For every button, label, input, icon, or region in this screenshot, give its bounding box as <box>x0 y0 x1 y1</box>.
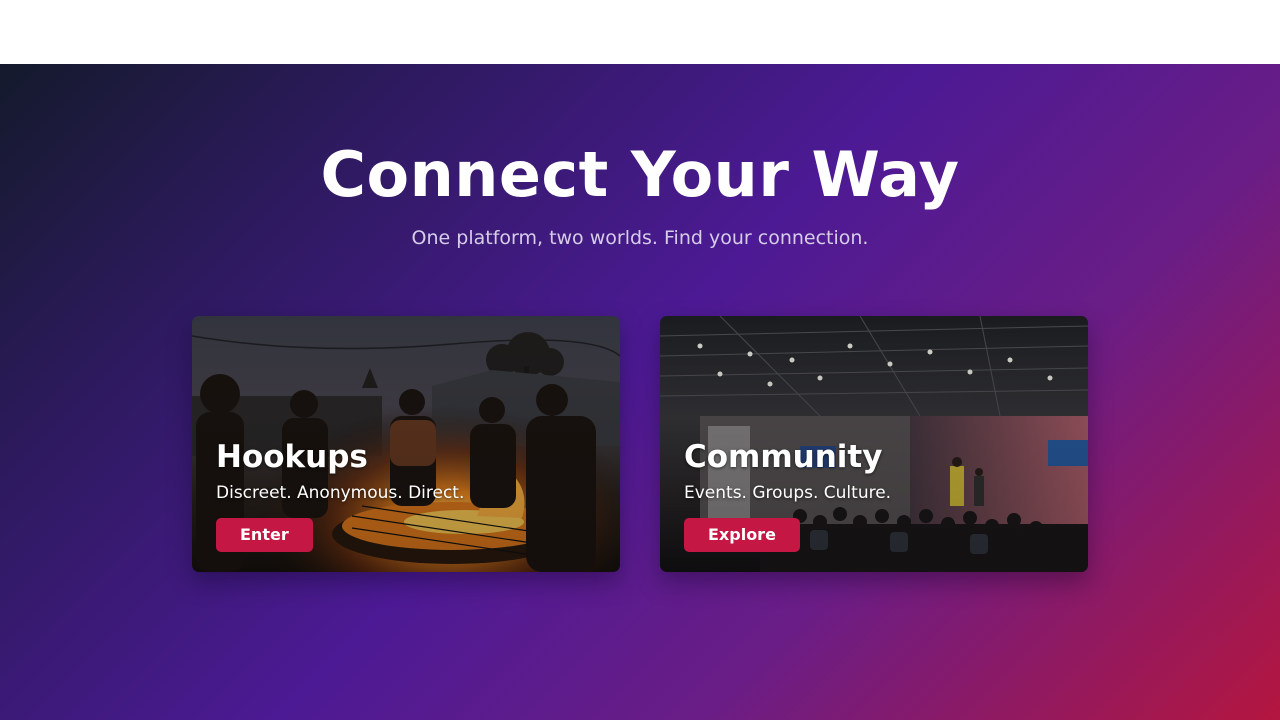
hookups-card[interactable]: Hookups Discreet. Anonymous. Direct. Ent… <box>192 316 620 572</box>
page-title: Connect Your Way <box>320 138 960 211</box>
hookups-description: Discreet. Anonymous. Direct. <box>216 483 465 503</box>
top-bar <box>0 0 1280 64</box>
explore-button[interactable]: Explore <box>684 518 800 552</box>
hero-section: Connect Your Way One platform, two world… <box>0 64 1280 720</box>
page-subtitle: One platform, two worlds. Find your conn… <box>411 227 869 249</box>
community-title: Community <box>684 439 883 475</box>
community-description: Events. Groups. Culture. <box>684 483 892 503</box>
enter-button[interactable]: Enter <box>216 518 313 552</box>
community-card[interactable]: Community Events. Groups. Culture. Explo… <box>660 316 1088 572</box>
hookups-title: Hookups <box>216 439 368 475</box>
